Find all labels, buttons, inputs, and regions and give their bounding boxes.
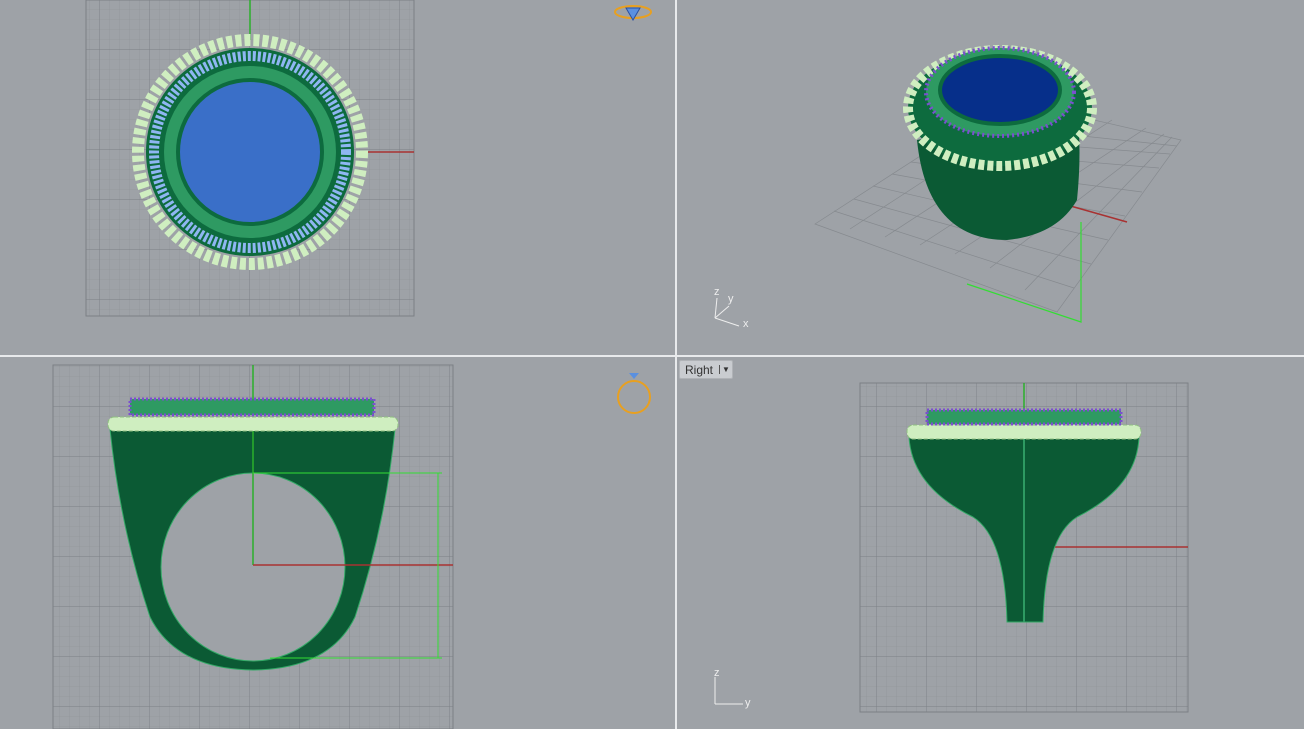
axis-triad <box>714 677 743 705</box>
ring-front-widget-icon[interactable] <box>617 373 651 414</box>
axis-label-y: y <box>745 697 751 709</box>
pave-stones <box>925 408 1123 426</box>
viewport-title: Right <box>685 362 714 377</box>
chevron-down-icon[interactable]: ▼ <box>719 365 730 374</box>
axis-label-z: z <box>714 286 720 298</box>
top-view-canvas <box>85 0 652 317</box>
perspective-view-canvas <box>714 45 1182 327</box>
viewport-right[interactable]: Right ▼ z y <box>677 357 1304 729</box>
rope-bezel <box>906 424 1142 440</box>
center-stone <box>938 54 1062 126</box>
axis-label-y: y <box>728 293 734 305</box>
axis-label-x: x <box>743 318 749 330</box>
viewport-front[interactable] <box>0 357 675 729</box>
ring-diamond-widget-icon[interactable] <box>614 5 652 21</box>
center-stone <box>176 78 324 226</box>
rope-bezel <box>107 416 399 432</box>
axis-triad <box>714 297 740 327</box>
viewport-top[interactable] <box>0 0 675 355</box>
viewport-perspective[interactable]: z y x <box>677 0 1304 355</box>
viewport-title-dropdown[interactable]: Right ▼ <box>679 360 733 379</box>
pave-stones <box>128 397 376 417</box>
front-view-canvas <box>52 364 651 729</box>
right-view-canvas <box>714 382 1189 713</box>
axis-label-z: z <box>714 667 720 679</box>
